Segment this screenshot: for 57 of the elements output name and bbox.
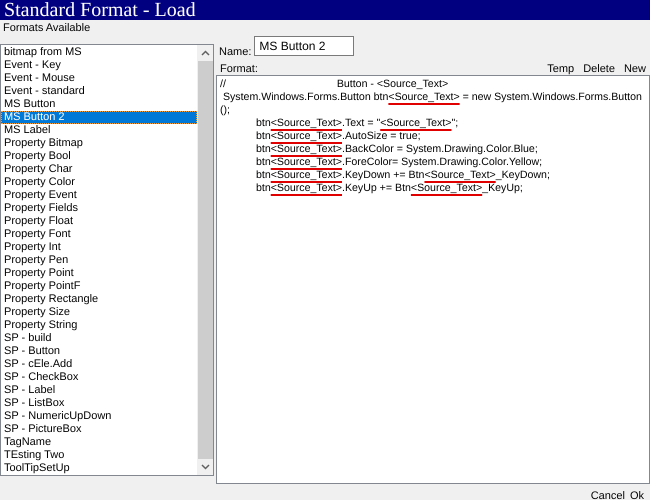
scroll-down-icon[interactable] (200, 464, 210, 470)
list-item[interactable]: SP - ListBox (1, 397, 197, 410)
list-item[interactable]: Property Float (1, 215, 197, 228)
code-line: btn<Source_Text>.KeyDown += Btn<Source_Text>_KeyDown; (255, 169, 551, 182)
code-line: btn<Source_Text>.AutoSize = true; (255, 130, 422, 143)
formats-label: Formats Available (2, 21, 92, 36)
list-item[interactable]: Property Size (1, 306, 197, 319)
format-label: Format: (220, 62, 258, 74)
name-label: Name: (219, 45, 252, 58)
code-line: btn<Source_Text>.Text = "<Source_Text>"; (255, 117, 460, 130)
dialog-button[interactable]: Cancel (590, 490, 625, 500)
list-item[interactable]: bitmap from MS (1, 46, 197, 59)
list-item[interactable]: MS Button 2 (1, 111, 197, 124)
list-item[interactable]: Property String (1, 319, 197, 332)
format-editor[interactable] (216, 75, 650, 484)
list-item[interactable]: TEsting Two (1, 449, 197, 462)
list-item[interactable]: SP - Button (1, 345, 197, 358)
list-item[interactable]: Property Rectangle (1, 293, 197, 306)
list-item[interactable]: Property Event (1, 189, 197, 202)
list-item[interactable]: SP - cEle.Add (1, 358, 197, 371)
list-item[interactable]: Property Pen (1, 254, 197, 267)
list-item[interactable]: SP - CheckBox (1, 371, 197, 384)
list-item[interactable]: Property Point (1, 267, 197, 280)
formats-list[interactable] (0, 44, 214, 476)
list-item[interactable]: Property Fields (1, 202, 197, 215)
list-item[interactable]: Property Color (1, 176, 197, 189)
dialog-button[interactable]: Ok (630, 490, 644, 500)
list-item[interactable]: SP - Label (1, 384, 197, 397)
list-item[interactable]: SP - PictureBox (1, 423, 197, 436)
list-item[interactable]: MS Label (1, 124, 197, 137)
code-line: btn<Source_Text>.ForeColor= System.Drawing.Color.Yellow; (255, 156, 544, 169)
list-item[interactable]: Property Char (1, 163, 197, 176)
format-action-link[interactable]: Delete (583, 62, 615, 74)
code-line: // Button - <Source_Text> (220, 78, 450, 91)
list-item[interactable]: Property PointF (1, 280, 197, 293)
list-item[interactable]: Event - standard (1, 85, 197, 98)
list-item[interactable]: Event - Key (1, 59, 197, 72)
list-item[interactable]: SP - build (1, 332, 197, 345)
code-line: btn<Source_Text>.BackColor = System.Drawing.Color.Blue; (255, 143, 539, 156)
list-item[interactable]: Property Font (1, 228, 197, 241)
list-item[interactable]: SP - NumericUpDown (1, 410, 197, 423)
list-item[interactable]: Property Bitmap (1, 137, 197, 150)
scroll-up-icon[interactable] (200, 50, 210, 56)
window-title: Standard Format - Load (0, 0, 650, 20)
code-line: System.Windows.Forms.Button btn<Source_Text> = new System.Windows.Forms.Button (222, 91, 643, 104)
code-line: (); (220, 104, 231, 117)
name-field[interactable]: MS Button 2 (254, 36, 354, 56)
list-item[interactable]: MS Button (1, 98, 197, 111)
list-item[interactable]: Property Bool (1, 150, 197, 163)
scrollbar-thumb[interactable] (198, 61, 212, 459)
list-item[interactable]: ToolTipSetUp (1, 462, 197, 475)
list-item[interactable]: Event - Mouse (1, 72, 197, 85)
list-item[interactable]: TagName (1, 436, 197, 449)
list-item[interactable]: Property Int (1, 241, 197, 254)
code-line: btn<Source_Text>.KeyUp += Btn<Source_Text>_KeyUp; (255, 182, 524, 195)
format-action-link[interactable]: Temp (547, 62, 574, 74)
format-action-link[interactable]: New (624, 62, 646, 74)
